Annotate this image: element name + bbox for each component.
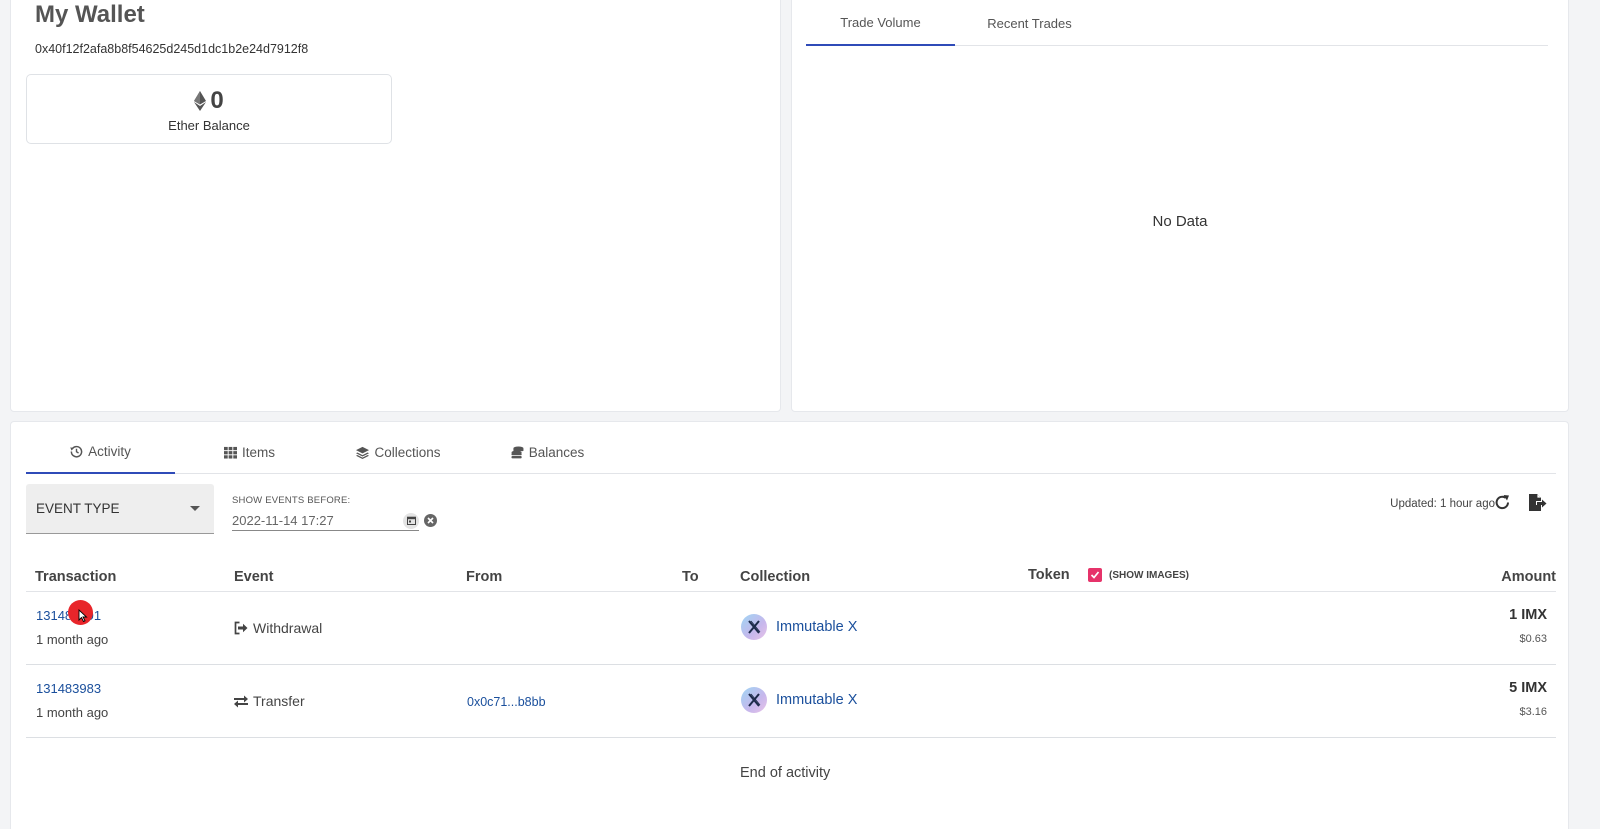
header-from: From [466,569,503,585]
ether-balance-box: 0 Ether Balance [26,74,392,144]
ether-balance-label: Ether Balance [168,118,250,133]
immutable-x-icon [741,687,767,713]
header-collection: Collection [740,569,811,585]
collection-link[interactable]: Immutable X [741,614,857,640]
amount-cell: 1 IMX $0.63 [1509,607,1547,645]
tab-items-label: Items [241,444,275,460]
date-input[interactable]: 2022-11-14 17:27 [232,511,419,531]
header-amount: Amount [1501,569,1556,585]
event-cell: Transfer [234,693,305,709]
event-cell: Withdrawal [234,620,322,636]
activity-card: Activity Items Collections Balances EVEN… [10,421,1569,829]
amount-cell: 5 IMX $3.16 [1509,680,1547,718]
amount-value: 5 IMX [1509,680,1547,696]
event-label: Withdrawal [253,620,323,636]
tab-items[interactable]: Items [175,430,324,474]
from-address-link[interactable]: 0x0c71...b8bb [467,695,546,709]
cursor-icon [78,609,88,622]
table-header: Transaction Event From To Collection Tok… [26,560,1556,592]
no-data-message: No Data [1152,213,1208,230]
header-token: Token [1028,567,1070,583]
tab-collections-label: Collections [374,444,441,460]
trade-chart-card: Trade Volume Recent Trades No Data [791,0,1569,412]
tab-activity[interactable]: Activity [26,430,175,474]
ethereum-icon [194,91,207,111]
amount-usd: $0.63 [1519,633,1547,645]
transaction-time: 1 month ago [36,632,109,647]
tab-collections[interactable]: Collections [324,430,473,474]
event-label: Transfer [253,693,305,709]
transaction-time: 1 month ago [36,705,109,720]
activity-table: Transaction Event From To Collection Tok… [26,560,1556,738]
tab-trade-volume[interactable]: Trade Volume [806,1,955,46]
clear-date-icon[interactable] [424,514,437,527]
wallet-address: 0x40f12f2afa8b8f54625d245d1dc1b2e24d7912… [35,42,309,56]
collection-name: Immutable X [776,692,858,708]
activity-tabs: Activity Items Collections Balances [26,430,1556,474]
collection-name: Immutable X [776,619,858,635]
tab-recent-trades[interactable]: Recent Trades [955,1,1104,46]
calendar-icon[interactable] [403,512,419,529]
immutable-x-icon [741,614,767,640]
collection-link[interactable]: Immutable X [741,687,857,713]
header-event: Event [234,569,274,585]
history-icon [70,445,83,457]
end-of-activity-text: End of activity [740,765,831,781]
wallet-title: My Wallet [35,1,145,28]
tab-balances[interactable]: Balances [473,430,622,474]
transaction-link[interactable]: 131483983 [36,681,101,696]
updated-status: Updated: 1 hour ago [1390,498,1495,510]
show-images-checkbox[interactable] [1088,568,1102,582]
event-type-select[interactable]: EVENT TYPE [26,484,214,534]
table-row: 131483983 1 month ago Transfer 0x0c71...… [26,665,1556,738]
ether-balance-value: 0 [210,87,224,114]
tab-balances-label: Balances [528,444,585,460]
amount-usd: $3.16 [1519,706,1547,718]
date-filter: SHOW EVENTS BEFORE: 2022-11-14 17:27 [232,495,437,531]
table-row: 131483991 1 month ago Withdrawal Immutab… [26,592,1556,665]
header-to: To [682,569,699,585]
refresh-icon[interactable] [1494,494,1511,511]
grid-icon [223,446,237,459]
chevron-down-icon [190,506,200,511]
header-transaction: Transaction [35,569,117,585]
show-images-toggle[interactable]: (SHOW IMAGES) [1088,568,1189,582]
amount-value: 1 IMX [1509,607,1547,623]
date-filter-label: SHOW EVENTS BEFORE: [232,495,351,506]
wallet-card: My Wallet 0x40f12f2afa8b8f54625d245d1dc1… [10,0,781,412]
exchange-icon [234,695,248,708]
chart-tabs: Trade Volume Recent Trades [806,1,1548,46]
sign-out-icon [234,621,248,635]
layers-icon [356,446,370,459]
event-type-label: EVENT TYPE [36,501,120,516]
tab-activity-label: Activity [88,443,131,459]
show-images-label: (SHOW IMAGES) [1109,569,1189,581]
export-icon[interactable] [1528,493,1547,512]
coins-icon [511,445,524,458]
date-input-value: 2022-11-14 17:27 [232,513,334,528]
